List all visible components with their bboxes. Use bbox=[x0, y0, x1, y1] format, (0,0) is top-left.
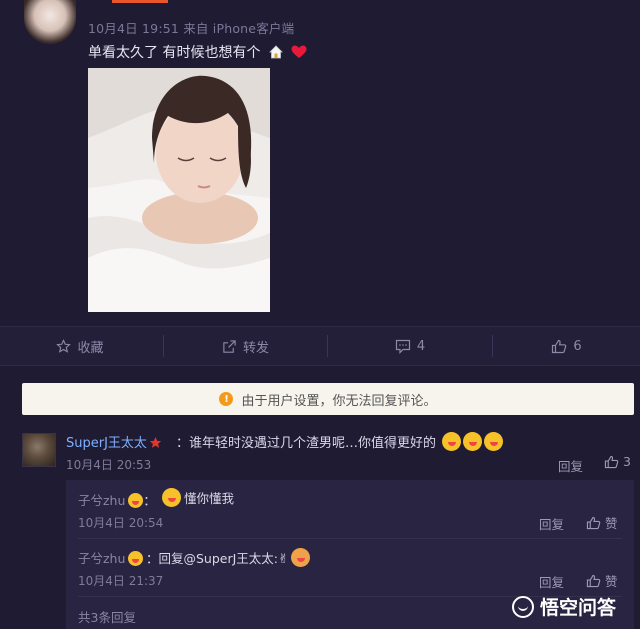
comment-author[interactable]: SuperJ王太太 bbox=[66, 432, 162, 451]
reply-reply-button[interactable]: 回复 bbox=[539, 572, 564, 591]
favorite-label: 收藏 bbox=[77, 340, 104, 356]
commenter-avatar[interactable] bbox=[22, 433, 56, 467]
like-button[interactable]: 6 bbox=[493, 327, 640, 365]
reply-disabled-notice: ! 由于用户设置，你无法回复评论。 bbox=[22, 383, 634, 415]
reply-like-button[interactable]: 赞 bbox=[586, 571, 618, 590]
post-action-bar: 收藏 转发 4 6 bbox=[0, 326, 640, 366]
laughing-emoji-icon bbox=[442, 432, 462, 451]
reply-author-name[interactable]: 子兮zhu bbox=[78, 551, 125, 566]
reply-reply-button[interactable]: 回复 bbox=[539, 514, 564, 533]
reply-like-button[interactable]: 赞 bbox=[586, 513, 618, 532]
user-badge-icon bbox=[128, 493, 144, 508]
star-icon bbox=[56, 338, 72, 353]
laughing-emoji-icon bbox=[484, 432, 504, 451]
repost-label: 转发 bbox=[242, 340, 269, 356]
comment-button[interactable]: 4 bbox=[328, 327, 492, 365]
thumbs-up-icon bbox=[552, 339, 567, 353]
thumbs-up-icon bbox=[604, 455, 619, 468]
reply-text-content: ：回复@SuperJ王太太: bbox=[146, 551, 279, 566]
kiss-emoji-icon bbox=[162, 488, 181, 507]
reply-author-name[interactable]: 子兮zhu bbox=[78, 493, 125, 508]
comment-reply-button[interactable]: 回复 bbox=[558, 456, 583, 475]
reply-text-content: 懂你懂我 bbox=[184, 491, 235, 506]
laughing-emoji-icon bbox=[463, 432, 483, 451]
comment-count: 4 bbox=[416, 338, 426, 354]
thumbs-up-icon bbox=[586, 516, 601, 529]
comment-like-count: 3 bbox=[623, 454, 631, 469]
comment-author-name[interactable]: SuperJ王太太 bbox=[66, 436, 147, 451]
victory-hand-icon: ✌ bbox=[278, 552, 289, 567]
wukong-logo-icon bbox=[512, 595, 534, 618]
post-photo[interactable] bbox=[88, 68, 270, 312]
house-icon bbox=[268, 45, 283, 63]
more-replies-link[interactable]: 共3条回复 bbox=[78, 607, 136, 626]
reply-time: 10月4日 21:37 bbox=[78, 574, 164, 588]
notice-text: 由于用户设置，你无法回复评论。 bbox=[241, 393, 437, 409]
comment-text-content: ：谁年轻时没遇过几个渣男呢…你值得更好的 bbox=[176, 436, 437, 451]
post-meta: 10月4日 19:51 来自 iPhone客户端 bbox=[88, 21, 295, 36]
poster-avatar[interactable] bbox=[24, 0, 76, 44]
wukong-watermark: 悟空问答 bbox=[512, 593, 616, 620]
reply-like-label: 赞 bbox=[605, 574, 618, 589]
reply-divider bbox=[78, 538, 622, 539]
comment-like-button[interactable]: 3 bbox=[604, 454, 631, 469]
watermark-text: 悟空问答 bbox=[540, 597, 617, 619]
reply-text: ：回复@SuperJ王太太:✌ bbox=[146, 548, 310, 567]
top-accent-bar bbox=[112, 0, 168, 3]
warning-icon: ! bbox=[219, 392, 234, 406]
thumbs-up-icon bbox=[586, 574, 601, 587]
reply-author[interactable]: 子兮zhu： bbox=[78, 490, 156, 509]
comment-text: ：谁年轻时没遇过几个渣男呢…你值得更好的 bbox=[176, 432, 504, 451]
reply-text: 懂你懂我 bbox=[160, 488, 234, 507]
share-icon bbox=[223, 339, 236, 353]
favorite-button[interactable]: 收藏 bbox=[0, 327, 160, 365]
user-badge-icon bbox=[128, 551, 144, 566]
reply-author[interactable]: 子兮zhu bbox=[78, 548, 144, 567]
reply-like-label: 赞 bbox=[605, 516, 618, 531]
comment-time: 10月4日 20:53 bbox=[66, 458, 152, 472]
clapping-emoji-icon bbox=[290, 548, 310, 567]
post-text: 单看太久了 有时候也想有个 bbox=[88, 42, 307, 63]
post-text-content: 单看太久了 有时候也想有个 bbox=[88, 45, 261, 61]
star-badge-icon bbox=[149, 436, 162, 448]
repost-button[interactable]: 转发 bbox=[164, 327, 327, 365]
heart-icon bbox=[291, 45, 307, 63]
reply-time: 10月4日 20:54 bbox=[78, 516, 164, 530]
comment-icon bbox=[395, 339, 410, 354]
like-count: 6 bbox=[573, 338, 582, 354]
